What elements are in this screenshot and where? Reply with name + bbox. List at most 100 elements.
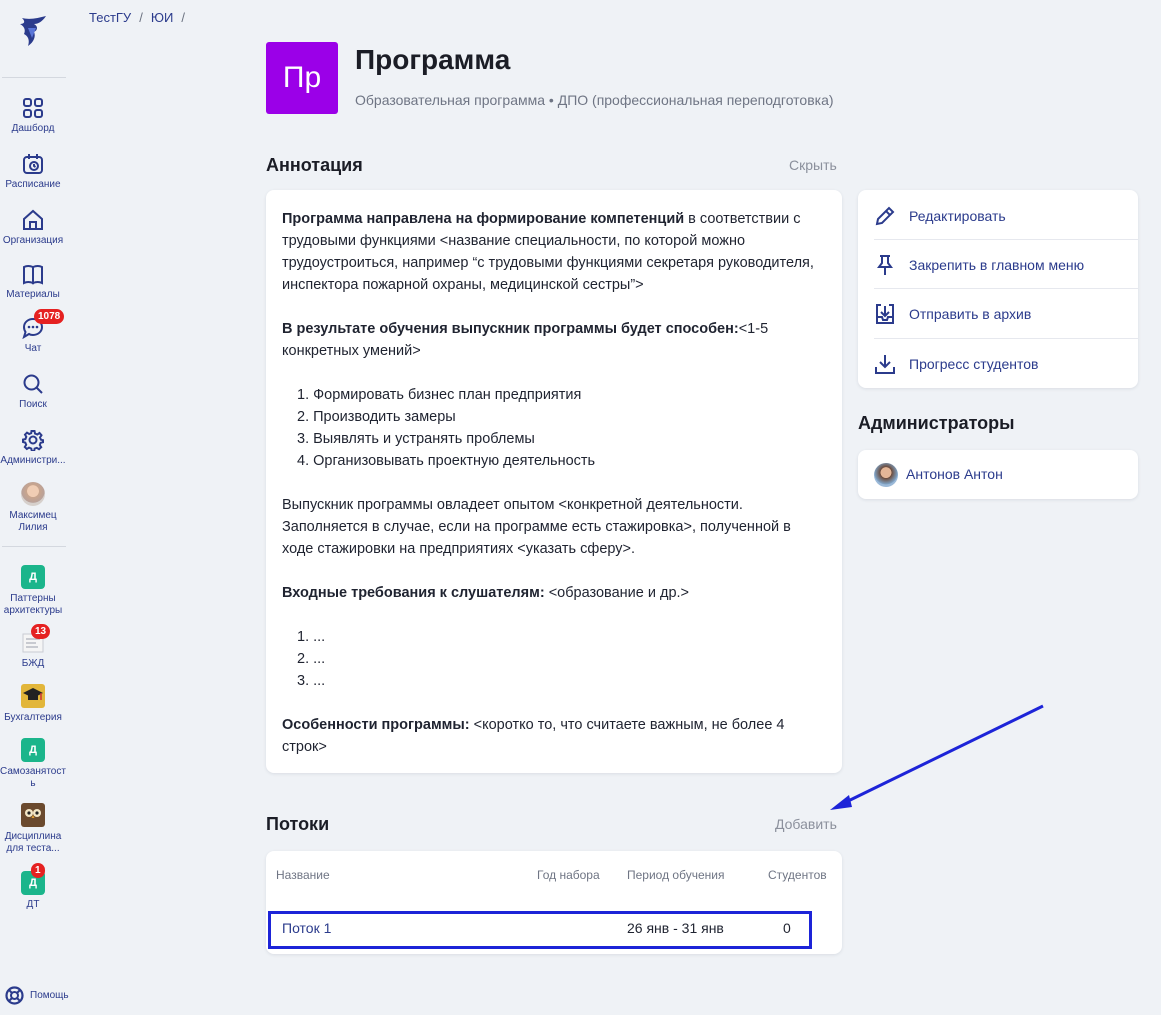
sidebar-item-label: Дашборд	[11, 123, 55, 134]
skills-list: 1. Формировать бизнес план предприятия 2…	[282, 384, 826, 472]
course-label: Самозанятость	[0, 766, 66, 789]
sidebar-item-dashboard[interactable]: Дашборд	[0, 97, 66, 135]
course-label: БЖД	[21, 658, 45, 669]
user-avatar	[21, 482, 45, 506]
sidebar-user-profile[interactable]: Максимец Лилия	[0, 482, 66, 534]
annotation-bold-text: Программа направлена на формирование ком…	[282, 211, 685, 227]
column-header-period: Период обучения	[627, 868, 725, 882]
course-bzhd[interactable]: 13 БЖД	[0, 624, 66, 670]
archive-button[interactable]: Отправить в архив	[858, 289, 1138, 338]
requirements-list: 1. ... 2. ... 3. ...	[282, 626, 826, 692]
sidebar-item-materials[interactable]: Материалы	[0, 263, 66, 301]
course-label: Дисциплина для теста...	[4, 831, 62, 854]
dashboard-icon	[23, 98, 43, 118]
list-item: 3. Выявлять и устранять проблемы	[297, 431, 535, 447]
annotation-bold-text: В результате обучения выпускник программ…	[282, 321, 739, 337]
course-label: ДТ	[26, 899, 40, 910]
program-tile: Пр	[266, 42, 338, 114]
list-item: 3. ...	[297, 673, 326, 689]
breadcrumb-separator: /	[139, 10, 143, 25]
stream-name-link[interactable]: Поток 1	[282, 920, 331, 936]
admin-name: Антонов Антон	[906, 466, 1003, 482]
action-label: Прогресс студентов	[909, 355, 1039, 372]
column-header-name: Название	[276, 868, 330, 882]
list-item: 4. Организовывать проектную деятельность	[297, 453, 596, 469]
course-unread-badge: 13	[31, 624, 51, 639]
chat-unread-badge: 1078	[34, 309, 65, 324]
admin-item[interactable]: Антонов Антон	[858, 450, 1138, 499]
annotation-text: <образование и др.>	[544, 585, 690, 601]
sidebar-item-schedule[interactable]: Расписание	[0, 153, 66, 191]
table-row[interactable]	[268, 911, 812, 949]
user-name: Максимец Лилия	[9, 510, 57, 533]
course-label: Бухгалтерия	[4, 712, 62, 723]
action-label: Редактировать	[909, 207, 1006, 224]
sidebar-item-admin[interactable]: Администри...	[0, 429, 66, 467]
admin-avatar	[874, 463, 898, 487]
annotation-paragraph: Выпускник программы овладеет опытом <кон…	[282, 497, 791, 557]
course-tile: Д	[21, 738, 45, 762]
book-icon	[23, 265, 43, 285]
add-stream-button[interactable]: Добавить	[775, 816, 837, 832]
course-tile: Д	[21, 565, 45, 589]
sidebar-item-label: Чат	[24, 343, 42, 354]
stream-students: 0	[783, 920, 791, 936]
sidebar-item-search[interactable]: Поиск	[0, 373, 66, 411]
pin-to-menu-button[interactable]: Закрепить в главном меню	[858, 240, 1138, 289]
page-title: Программа	[355, 44, 511, 75]
sidebar-item-label: Организация	[2, 235, 64, 246]
edit-button[interactable]: Редактировать	[858, 191, 1138, 240]
course-accounting[interactable]: Бухгалтерия	[0, 684, 66, 724]
breadcrumb-item[interactable]: ЮИ	[151, 10, 173, 25]
annotation-heading: Аннотация	[266, 155, 363, 175]
streams-table: Название Год набора Период обучения Студ…	[266, 851, 842, 954]
sidebar-item-label: Материалы	[6, 289, 60, 300]
archive-icon	[876, 303, 894, 324]
sidebar-item-label: Поиск	[19, 399, 47, 410]
pin-icon	[877, 254, 893, 275]
course-unread-badge: 1	[31, 863, 45, 878]
column-header-year: Год набора	[537, 868, 600, 882]
course-test-discipline[interactable]: Дисциплина для теста...	[0, 803, 66, 855]
help-button[interactable]: Помощь	[5, 986, 69, 1005]
hide-annotation-link[interactable]: Скрыть	[789, 157, 837, 173]
annotation-card: Программа направлена на формирование ком…	[266, 190, 842, 773]
action-label: Отправить в архив	[909, 305, 1032, 322]
list-item: 1. Формировать бизнес план предприятия	[297, 387, 582, 403]
sidebar-item-organization[interactable]: Организация	[0, 209, 66, 247]
admins-heading: Администраторы	[858, 413, 1015, 433]
page-subtitle: Образовательная программа • ДПО (професс…	[355, 92, 834, 108]
graduation-cap-icon	[21, 684, 45, 708]
download-icon	[875, 354, 895, 374]
course-label: Паттерны архитектуры	[3, 593, 63, 616]
logo-icon[interactable]	[16, 14, 50, 48]
streams-heading: Потоки	[266, 814, 330, 834]
list-item: 2. ...	[297, 651, 326, 667]
stream-period: 26 янв - 31 янв	[627, 920, 724, 936]
lifebuoy-icon	[5, 986, 24, 1005]
breadcrumb-item[interactable]: ТестГУ	[89, 10, 131, 25]
course-dt[interactable]: Д 1 ДТ	[0, 863, 66, 911]
sidebar-item-chat[interactable]: 1078 Чат	[0, 309, 66, 355]
list-item: 2. Производить замеры	[297, 409, 456, 425]
sidebar-divider	[2, 546, 66, 547]
calendar-icon	[23, 154, 43, 174]
breadcrumb: ТестГУ / ЮИ /	[89, 10, 185, 25]
list-item: 1. ...	[297, 629, 326, 645]
gear-icon	[22, 430, 44, 451]
actions-card: Редактировать Закрепить в главном меню О…	[858, 190, 1138, 388]
annotation-paragraph: Программа направлена на формирование ком…	[282, 208, 826, 296]
owl-icon	[21, 803, 45, 827]
column-header-students: Студентов	[768, 868, 827, 882]
student-progress-button[interactable]: Прогресс студентов	[858, 339, 1138, 388]
help-label: Помощь	[30, 990, 69, 1001]
course-patterns-architecture[interactable]: Д Паттерны архитектуры	[0, 565, 66, 617]
sidebar-divider	[2, 77, 66, 78]
pencil-icon	[875, 206, 895, 225]
breadcrumb-separator: /	[181, 10, 185, 25]
sidebar-item-label: Расписание	[5, 179, 61, 190]
action-label: Закрепить в главном меню	[909, 256, 1085, 273]
annotation-bold-text: Входные требования к слушателям:	[282, 585, 545, 601]
organization-icon	[23, 209, 43, 230]
course-self-employment[interactable]: Д Самозанятость	[0, 738, 66, 790]
